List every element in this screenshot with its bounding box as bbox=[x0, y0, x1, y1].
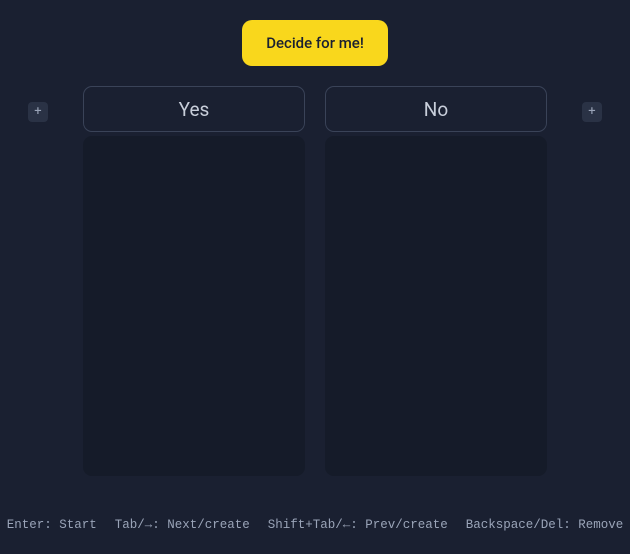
decide-button[interactable]: Decide for me! bbox=[242, 20, 388, 66]
hint-enter: Enter: Start bbox=[7, 518, 97, 532]
add-column-right-button[interactable]: + bbox=[582, 102, 602, 122]
hint-backspace: Backspace/Del: Remove bbox=[466, 518, 624, 532]
hint-tab: Tab/→: Next/create bbox=[115, 518, 250, 532]
option-column: No bbox=[325, 86, 547, 476]
top-area: Decide for me! bbox=[0, 0, 630, 86]
column-body[interactable] bbox=[325, 136, 547, 476]
column-body[interactable] bbox=[83, 136, 305, 476]
option-column: Yes bbox=[83, 86, 305, 476]
columns-container: + Yes No + bbox=[0, 86, 630, 476]
hint-shift-tab: Shift+Tab/←: Prev/create bbox=[268, 518, 448, 532]
column-header-yes[interactable]: Yes bbox=[83, 86, 305, 132]
column-header-no[interactable]: No bbox=[325, 86, 547, 132]
add-column-left-button[interactable]: + bbox=[28, 102, 48, 122]
footer-hints: Enter: Start Tab/→: Next/create Shift+Ta… bbox=[0, 518, 630, 532]
